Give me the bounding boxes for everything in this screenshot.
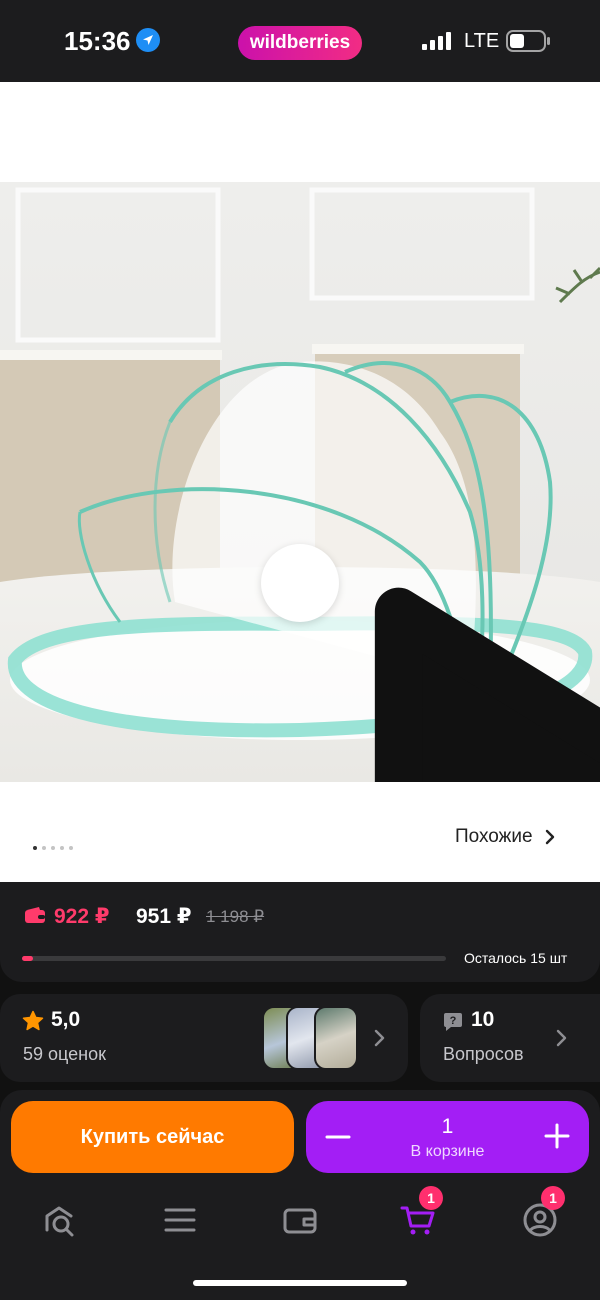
stock-progress-fill [22, 956, 33, 961]
star-icon [22, 1010, 44, 1032]
play-video-button[interactable] [261, 544, 600, 782]
regular-price: 951 ₽ [136, 905, 192, 928]
action-panel: Купить сейчас 1 В корзине 1 1 [0, 1090, 600, 1300]
profile-badge: 1 [541, 1186, 565, 1210]
gallery-dot[interactable] [51, 846, 55, 850]
chevron-right-icon [374, 1028, 386, 1048]
product-photo[interactable] [0, 182, 600, 782]
location-arrow-icon [136, 28, 160, 52]
share-icon[interactable] [548, 102, 582, 142]
home-indicator [193, 1280, 407, 1286]
signal-bars-icon [422, 32, 454, 50]
questions-label: Вопросов [443, 1044, 524, 1064]
gallery-dot[interactable] [69, 846, 73, 850]
review-photo-thumbnail[interactable] [314, 1006, 358, 1070]
heart-icon[interactable] [478, 106, 514, 140]
menu-icon[interactable] [160, 1200, 200, 1240]
profile-icon[interactable]: 1 [520, 1186, 565, 1240]
review-photos[interactable] [262, 1006, 366, 1070]
product-gallery: Похожие [0, 82, 600, 882]
questions-card[interactable]: ? 10 Вопросов [420, 994, 600, 1082]
network-label: LTE [464, 30, 500, 52]
similar-label: Похожие [455, 826, 533, 847]
svg-text:?: ? [450, 1015, 457, 1027]
cart-quantity-stepper[interactable]: 1 В корзине [306, 1101, 589, 1173]
stock-progress-bar [22, 956, 446, 961]
gallery-dot[interactable] [33, 846, 37, 850]
wallet-price: 922 ₽ [54, 905, 110, 928]
status-bar: 15:36 wildberries LTE [0, 0, 600, 82]
old-price: 1 198 ₽ [206, 907, 265, 926]
gallery-dot[interactable] [42, 846, 46, 850]
chevron-right-icon [556, 1028, 568, 1048]
back-chevron-icon[interactable] [20, 106, 50, 142]
wallet-icon[interactable] [280, 1200, 320, 1240]
plus-icon[interactable] [542, 1121, 572, 1151]
rating-count: 59 оценок [23, 1044, 106, 1064]
chevron-right-icon [545, 829, 554, 845]
bottom-navigation: 1 1 [0, 1186, 600, 1250]
cart-icon[interactable]: 1 [398, 1186, 443, 1240]
stock-remaining: Осталось 15 шт [464, 950, 568, 966]
buy-now-button[interactable]: Купить сейчас [11, 1101, 294, 1173]
battery-icon [506, 30, 550, 52]
rating-card[interactable]: 5,0 59 оценок [0, 994, 408, 1082]
questions-count: 10 [471, 1008, 495, 1031]
wallet-icon [24, 906, 46, 924]
cart-badge: 1 [419, 1186, 443, 1210]
play-icon [374, 587, 600, 782]
gallery-pagination [33, 846, 73, 850]
status-time: 15:36 [64, 26, 131, 56]
price-card: 922 ₽ 951 ₽ 1 198 ₽ Осталось 15 шт [0, 882, 600, 982]
brand-logo[interactable]: wildberries [238, 26, 362, 60]
similar-products-link[interactable]: Похожие [455, 826, 555, 848]
home-search-icon[interactable] [40, 1200, 80, 1240]
question-bubble-icon: ? [443, 1012, 463, 1032]
rating-value: 5,0 [51, 1008, 81, 1031]
gallery-dot[interactable] [60, 846, 64, 850]
